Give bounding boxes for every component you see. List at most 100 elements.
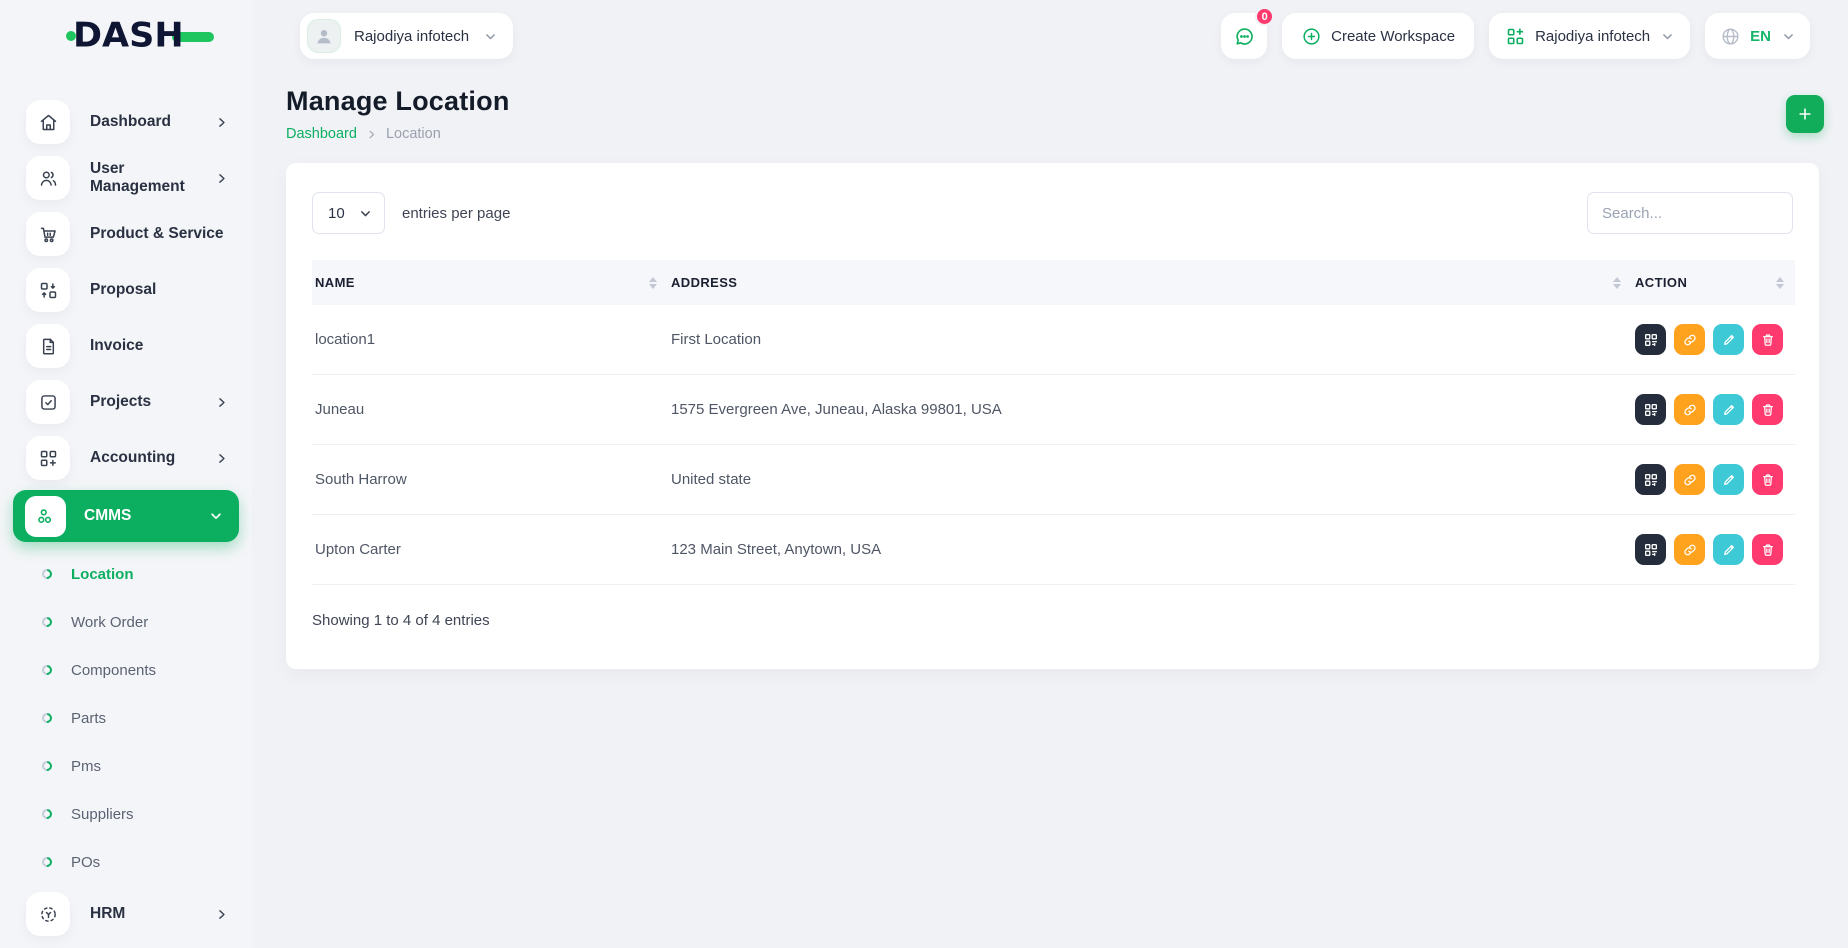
create-workspace-button[interactable]: Create Workspace [1282,13,1474,59]
trash-icon [1760,472,1776,488]
messages-badge: 0 [1255,7,1274,26]
sidebar-item-invoice[interactable]: Invoice [0,318,252,374]
sidebar-item-accounting[interactable]: Accounting [0,430,252,486]
chevron-right-icon [215,908,228,921]
sidebar-item-label: Proposal [90,281,156,299]
logo-row: DASH [0,0,252,72]
sidebar-item-label: CMMS [84,507,131,525]
cell-name: Juneau [312,375,668,445]
sidebar-item-proposal[interactable]: Proposal [0,262,252,318]
globe-icon [1720,26,1741,47]
entries-per-page-select[interactable]: 10 [312,192,385,234]
grid-plus-icon [26,436,70,480]
users-icon [26,156,70,200]
main-area: Rajodiya infotech 0 Create Workspace R [252,0,1848,948]
document-icon [26,324,70,368]
sidebar-item-hrm[interactable]: HRM [0,886,252,942]
submenu-item-components[interactable]: Components [0,646,252,694]
edit-button[interactable] [1713,324,1744,355]
sidebar-item-cmms[interactable]: CMMS [13,490,239,542]
cell-name: location1 [312,305,668,375]
cmms-submenu: Location Work Order Components Parts Pms… [0,546,252,886]
submenu-item-parts[interactable]: Parts [0,694,252,742]
link-icon [1682,542,1698,558]
chevron-right-icon [366,129,377,140]
chevron-down-icon [484,30,497,43]
topbar-right: 0 Create Workspace Rajodiya infotech [1221,13,1810,59]
sidebar-item-label: Product & Service [90,225,224,243]
column-header-address[interactable]: ADDRESS [668,260,1632,305]
table-row: location1 First Location [312,305,1795,375]
qr-details-button[interactable] [1635,534,1666,565]
cell-name: Upton Carter [312,515,668,585]
workspace-switcher[interactable]: Rajodiya infotech [1489,13,1690,59]
sort-icon[interactable] [1613,277,1621,289]
submenu-item-pos[interactable]: POs [0,838,252,886]
sort-icon[interactable] [1776,277,1784,289]
copy-link-button[interactable] [1674,464,1705,495]
chevron-right-icon [215,396,228,409]
bullet-icon [40,855,54,869]
cell-address: 123 Main Street, Anytown, USA [668,515,1632,585]
sidebar-item-label: HRM [90,905,125,923]
copy-link-button[interactable] [1674,324,1705,355]
entries-per-page-label: entries per page [402,205,510,222]
cell-actions [1632,515,1795,585]
sidebar-item-label: Invoice [90,337,143,355]
pencil-icon [1721,472,1737,488]
submenu-item-location[interactable]: Location [0,550,252,598]
breadcrumb-dashboard-link[interactable]: Dashboard [286,126,357,142]
qr-details-button[interactable] [1635,464,1666,495]
sidebar-item-dashboard[interactable]: Dashboard [0,94,252,150]
page-head: Manage Location Dashboard Location [252,72,1848,142]
bullet-icon [40,759,54,773]
user-menu[interactable]: Rajodiya infotech [300,13,513,59]
sort-icon[interactable] [649,277,657,289]
entries-per-page-value: 10 [328,205,345,222]
entries-summary: Showing 1 to 4 of 4 entries [312,612,1793,629]
hrm-icon [26,892,70,936]
delete-button[interactable] [1752,464,1783,495]
workspace-grid-icon [1505,26,1526,47]
submenu-label: Components [71,662,156,679]
qr-details-button[interactable] [1635,394,1666,425]
copy-link-button[interactable] [1674,394,1705,425]
submenu-item-suppliers[interactable]: Suppliers [0,790,252,838]
pencil-icon [1721,542,1737,558]
language-code: EN [1750,28,1771,45]
table-row: Upton Carter 123 Main Street, Anytown, U… [312,515,1795,585]
submenu-item-work-order[interactable]: Work Order [0,598,252,646]
dash-logo[interactable]: DASH [66,16,214,56]
link-icon [1682,332,1698,348]
table-row: South Harrow United state [312,445,1795,515]
sidebar-item-label: Projects [90,393,151,411]
table-controls: 10 entries per page [312,192,1793,234]
messages-button[interactable]: 0 [1221,13,1267,59]
cell-actions [1632,305,1795,375]
sidebar-item-product-service[interactable]: Product & Service [0,206,252,262]
chevron-down-icon [1661,30,1674,43]
user-menu-label: Rajodiya infotech [354,28,469,45]
qr-details-button[interactable] [1635,324,1666,355]
edit-button[interactable] [1713,394,1744,425]
language-selector[interactable]: EN [1705,13,1810,59]
column-header-name[interactable]: NAME [312,260,668,305]
search-input[interactable] [1587,192,1793,234]
edit-button[interactable] [1713,534,1744,565]
delete-button[interactable] [1752,394,1783,425]
sidebar-item-label: User Management [90,160,215,196]
edit-button[interactable] [1713,464,1744,495]
add-location-button[interactable] [1786,95,1824,133]
submenu-label: Parts [71,710,106,727]
copy-link-button[interactable] [1674,534,1705,565]
plus-circle-icon [1301,26,1322,47]
chevron-right-icon [215,116,228,129]
delete-button[interactable] [1752,534,1783,565]
submenu-item-pms[interactable]: Pms [0,742,252,790]
column-header-action[interactable]: ACTION [1632,260,1795,305]
breadcrumb: Dashboard Location [286,126,510,142]
sidebar-item-user-management[interactable]: User Management [0,150,252,206]
sidebar-item-projects[interactable]: Projects [0,374,252,430]
delete-button[interactable] [1752,324,1783,355]
page-head-text: Manage Location Dashboard Location [286,86,510,142]
